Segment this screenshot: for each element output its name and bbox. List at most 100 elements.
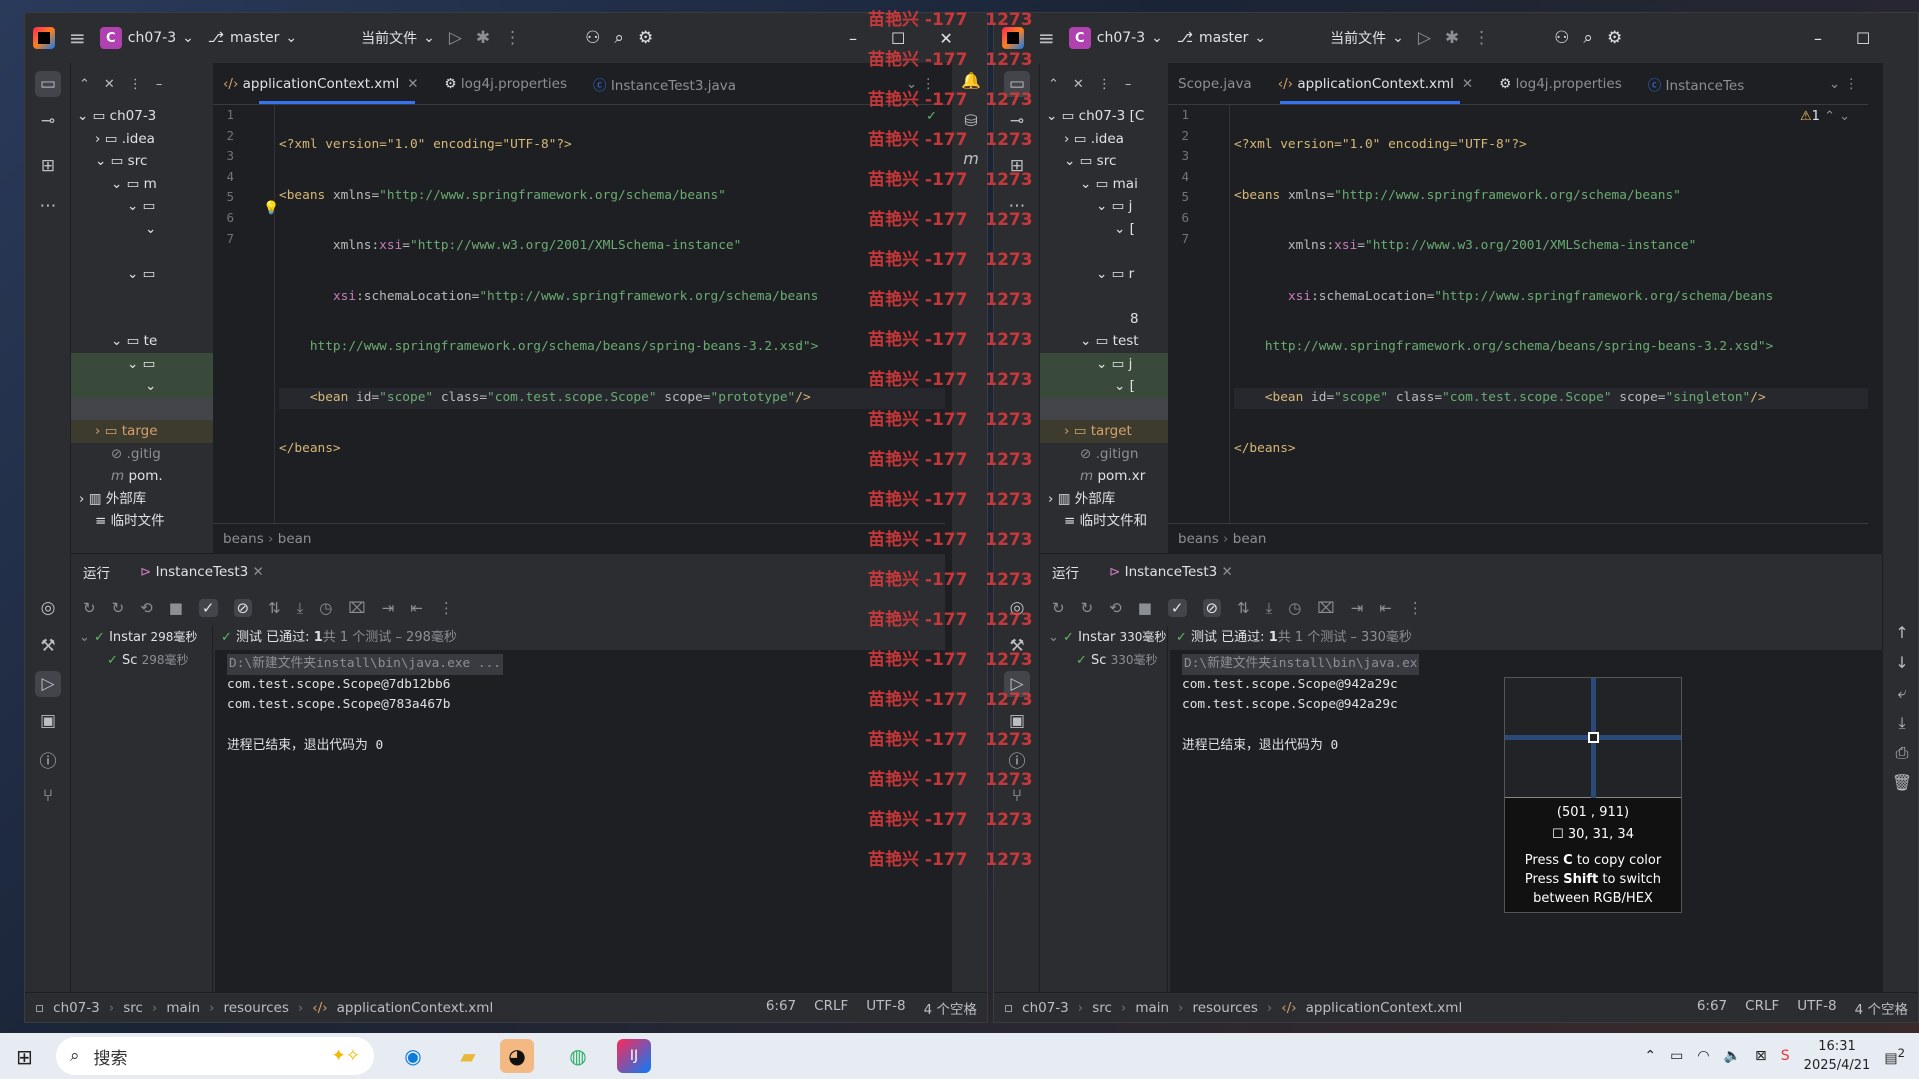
options-icon[interactable]: ⋮ — [1098, 77, 1111, 92]
collapse-icon[interactable]: ✕ — [104, 77, 115, 92]
sort-duration-icon[interactable]: ⤓ — [1266, 599, 1273, 617]
history-icon[interactable]: ◷ — [1288, 599, 1301, 617]
test-item[interactable]: ✓ Sc 330毫秒 — [1040, 649, 1167, 672]
more-tools-icon[interactable]: ⋯ — [35, 193, 61, 219]
screenshot-icon[interactable]: ⌧ — [348, 599, 365, 617]
minimize-button[interactable]: – — [1814, 29, 1822, 48]
tree-item[interactable]: ⌄ ▭ — [71, 195, 213, 218]
tab-instancetest3-run[interactable]: ⊳ InstanceTest3 ✕ — [1109, 564, 1233, 580]
tree-item[interactable]: ⌄ ▭ — [71, 263, 213, 286]
more-icon[interactable]: ⋮ — [439, 599, 454, 617]
tab-applicationcontext[interactable]: ‹/› applicationContext.xml ✕ — [1278, 76, 1474, 92]
file-explorer-icon[interactable]: ▰ — [451, 1039, 485, 1073]
qq-icon[interactable]: ◕ — [500, 1039, 534, 1073]
options-icon[interactable]: ⋮ — [129, 77, 142, 92]
tree-item[interactable] — [71, 308, 213, 331]
branch-selector[interactable]: ⎇ master ⌄ — [1177, 30, 1266, 46]
run-config-selector[interactable]: 当前文件 ⌄ — [361, 28, 435, 48]
tree-item[interactable]: ⌄ [ — [1040, 218, 1168, 241]
tree-item[interactable]: › ▭ .idea — [71, 128, 213, 151]
test-item[interactable]: ✓ Sc 298毫秒 — [71, 649, 212, 672]
clock[interactable]: 16:31 2025/4/21 — [1804, 1037, 1871, 1075]
debug-icon[interactable]: ✱ — [476, 28, 490, 48]
tree-item[interactable]: ⌄ ▭ mai — [1040, 173, 1168, 196]
settings-icon[interactable]: ⚙ — [638, 28, 653, 48]
git-icon[interactable]: ⑂ — [1004, 783, 1030, 809]
console-output[interactable]: ✓ 测试 已通过: 1共 1 个测试 – 298毫秒 D:\新建文件夹insta… — [215, 626, 945, 992]
sort-icon[interactable]: ⇅ — [1237, 599, 1250, 617]
show-hidden-icons[interactable]: ⌃ — [1644, 1048, 1656, 1064]
sort-duration-icon[interactable]: ⤓ — [297, 599, 304, 617]
tree-item[interactable]: m pom. — [71, 465, 213, 488]
maximize-button[interactable]: ☐ — [891, 29, 905, 48]
hide-icon[interactable]: – — [156, 77, 163, 92]
scroll-down-icon[interactable]: ↓ — [1891, 653, 1913, 675]
tree-item[interactable]: › ▭ targe — [71, 420, 213, 443]
toggle-auto-test-icon[interactable]: ⟲ — [140, 599, 153, 617]
show-ignored-icon[interactable]: ⊘ — [233, 599, 253, 617]
rerun-icon[interactable]: ↻ — [83, 599, 96, 617]
minimize-button[interactable]: – — [849, 29, 857, 48]
print-icon[interactable]: ⎙ — [1891, 743, 1913, 765]
network-icon[interactable]: ◠ — [1697, 1048, 1709, 1064]
database-icon[interactable]: ⛁ — [960, 111, 982, 133]
more-icon[interactable]: ⋮ — [1408, 599, 1423, 617]
main-menu-icon[interactable]: ≡ — [69, 26, 86, 50]
tab-scope-java[interactable]: Scope.java — [1178, 76, 1252, 92]
expand-icon[interactable]: ⌃ — [79, 77, 90, 92]
intellij-taskbar-icon[interactable]: IJ — [617, 1039, 651, 1073]
tree-item[interactable]: ⌄ ▭ j — [1040, 352, 1168, 375]
tree-item[interactable]: ≡ 临时文件和 — [1040, 510, 1168, 533]
build-icon[interactable]: ⚒ — [35, 633, 61, 659]
ime-icon[interactable]: ⊠ — [1755, 1048, 1767, 1064]
tree-item[interactable]: ⌄ ▭ j — [1040, 195, 1168, 218]
import-icon[interactable]: ⇤ — [1379, 599, 1392, 617]
screenshot-icon[interactable]: ⌧ — [1317, 599, 1334, 617]
tree-item[interactable] — [71, 285, 213, 308]
code-area[interactable]: <?xml version="1.0" encoding="UTF-8"?> <… — [279, 105, 945, 489]
settings-icon[interactable]: ⚙ — [1607, 28, 1622, 48]
tree-item[interactable]: ⌄ ▭ src — [71, 150, 213, 173]
run-icon[interactable]: ▷ — [449, 28, 462, 48]
maximize-button[interactable]: ☐ — [1856, 29, 1870, 48]
tab-applicationcontext[interactable]: ‹/› applicationContext.xml ✕ — [223, 76, 419, 92]
tree-item[interactable]: m pom.xr — [1040, 465, 1168, 488]
tree-item[interactable]: › ▥ 外部库 — [1040, 488, 1168, 511]
tree-item[interactable]: ⊘ .gitig — [71, 443, 213, 466]
stop-icon[interactable]: ■ — [1138, 599, 1152, 617]
structure-icon[interactable]: ⊞ — [1004, 153, 1030, 179]
tree-item[interactable]: ⌄ — [71, 375, 213, 398]
maven-icon[interactable]: m — [960, 149, 982, 171]
tree-item[interactable]: ⌄ [ — [1040, 375, 1168, 398]
edge-browser-icon[interactable]: ◉ — [396, 1039, 430, 1073]
test-item[interactable]: ⌄ ✓ Instar 330毫秒 — [1040, 626, 1167, 649]
more-icon[interactable]: ⋮ — [504, 28, 521, 48]
show-passed-icon[interactable]: ✓ — [1167, 599, 1187, 617]
structure-icon[interactable]: ⊞ — [35, 153, 61, 179]
tree-item[interactable]: ⌄ ▭ — [71, 352, 213, 375]
close-button[interactable]: ✕ — [939, 29, 952, 48]
tab-instancetest3[interactable]: ⓒ InstanceTest3.java — [593, 74, 736, 94]
history-icon[interactable]: ◷ — [319, 599, 332, 617]
stop-icon[interactable]: ■ — [169, 599, 183, 617]
tree-item[interactable]: ⊘ .gitign — [1040, 443, 1168, 466]
show-passed-icon[interactable]: ✓ — [198, 599, 218, 617]
add-user-icon[interactable]: ⚇ — [585, 28, 600, 48]
terminal-icon[interactable]: ▣ — [1004, 708, 1030, 734]
battery-icon[interactable]: ▭ — [1670, 1048, 1683, 1064]
tree-item[interactable] — [1040, 285, 1168, 308]
tree-item[interactable]: › ▭ target — [1040, 420, 1168, 443]
search-icon[interactable]: ⌕ — [1583, 28, 1593, 48]
project-tool-icon[interactable]: ▭ — [1004, 71, 1030, 97]
tab-instancetest[interactable]: ⓒ InstanceTes — [1648, 74, 1745, 94]
more-icon[interactable]: ⋮ — [1473, 28, 1490, 48]
build-icon[interactable]: ⚒ — [1004, 633, 1030, 659]
wechat-icon[interactable]: ◍ — [561, 1039, 595, 1073]
search-icon[interactable]: ⌕ — [614, 28, 624, 48]
tree-item[interactable] — [1040, 240, 1168, 263]
tree-item[interactable]: ⌄ ▭ te — [71, 330, 213, 353]
more-tools-icon[interactable]: ⋯ — [1004, 193, 1030, 219]
terminal-icon[interactable]: ▣ — [35, 708, 61, 734]
scroll-end-icon[interactable]: ⤓ — [1891, 713, 1913, 735]
hide-icon[interactable]: – — [1125, 77, 1132, 92]
